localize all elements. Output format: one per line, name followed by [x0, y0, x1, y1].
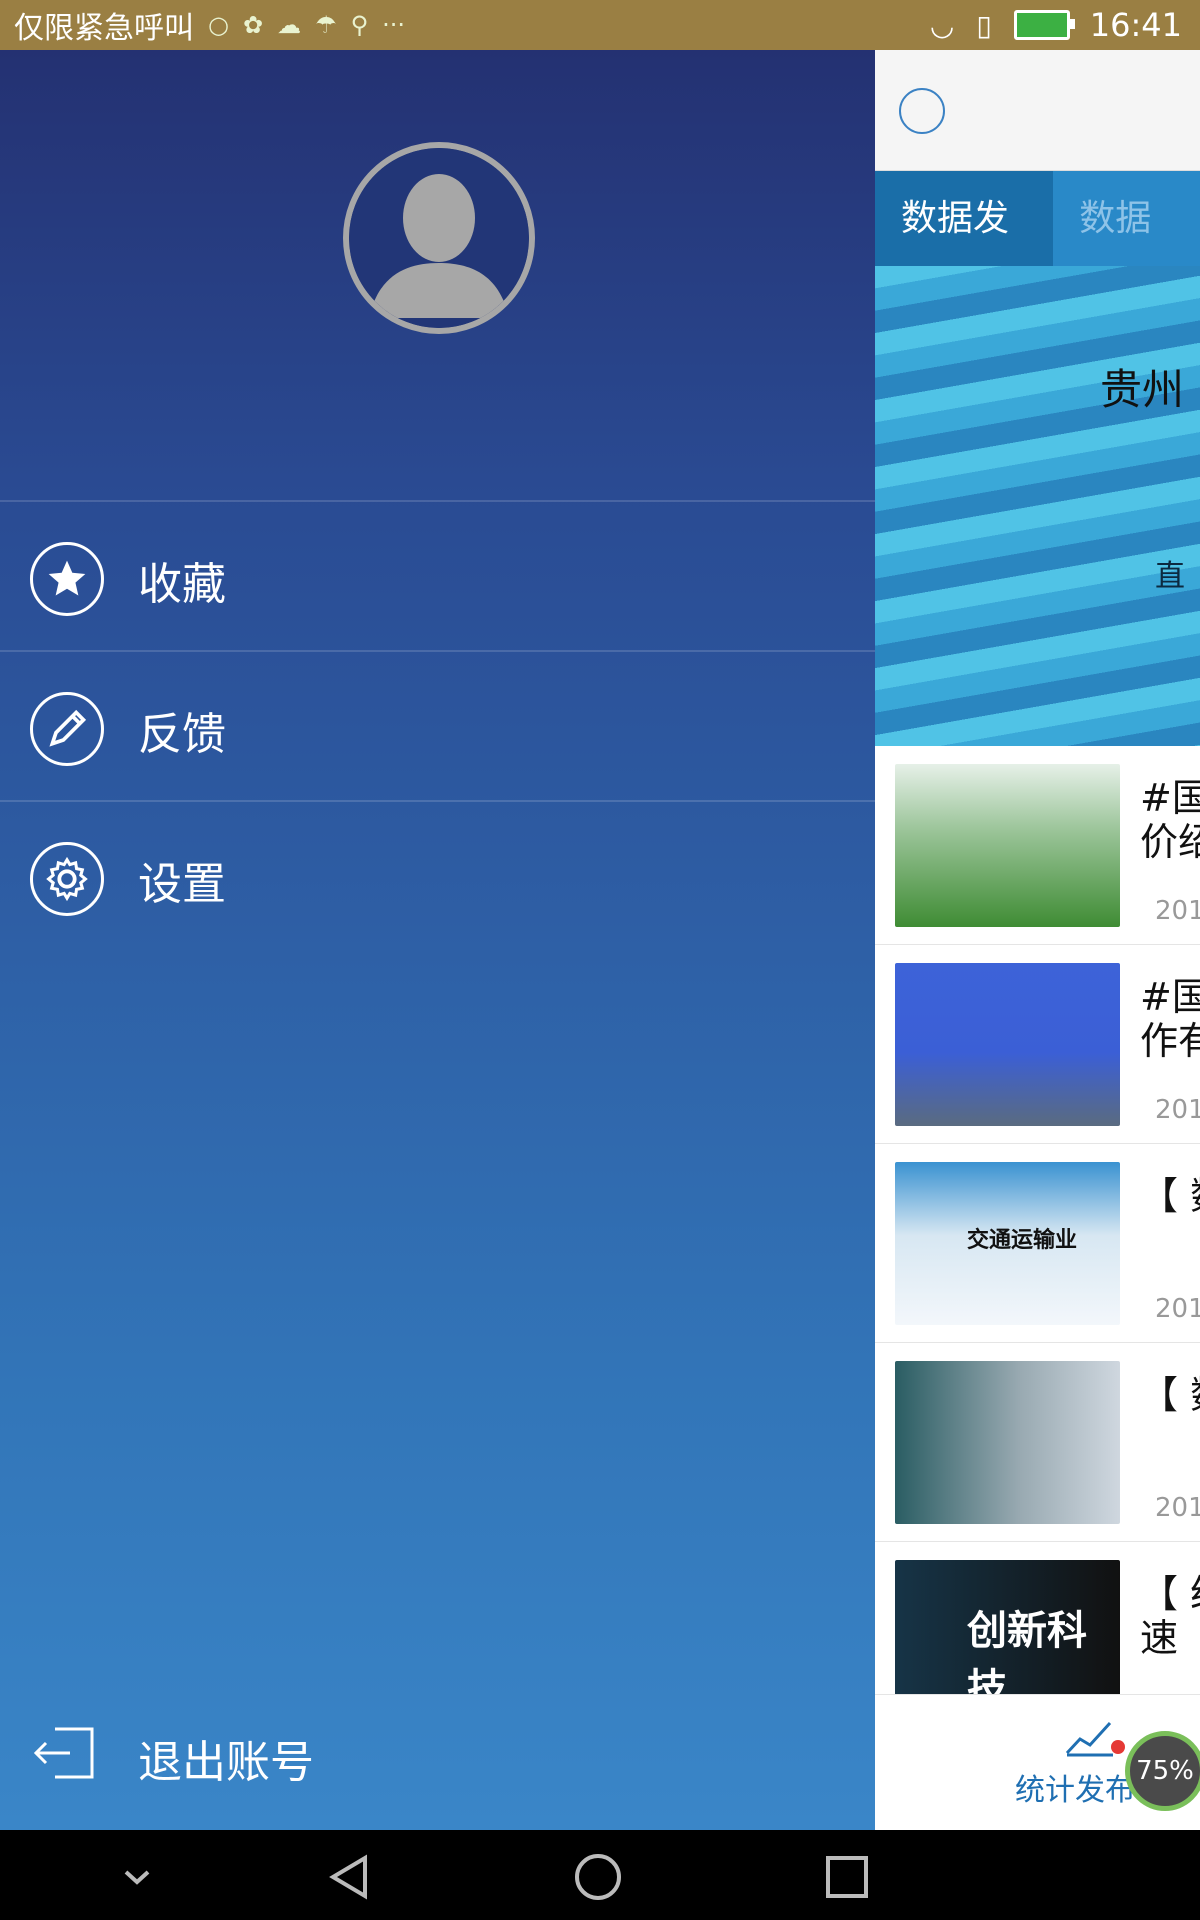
news-item[interactable]: 【 数 201	[875, 1343, 1200, 1542]
banner-title: 贵州	[1100, 365, 1185, 414]
recents-icon[interactable]	[822, 1852, 872, 1902]
menu-label: 反馈	[138, 709, 226, 760]
news-date: 201	[1155, 1095, 1200, 1125]
news-title-line1: #国	[1140, 975, 1200, 1019]
status-right: ◡ ▯ 16:41	[930, 0, 1182, 50]
news-thumbnail	[895, 1361, 1120, 1524]
news-thumbnail	[895, 963, 1120, 1126]
news-title: 【 统 速	[1140, 1572, 1200, 1660]
wifi-icon: ◡	[929, 8, 955, 42]
menu-label: 设置	[138, 859, 226, 910]
user-icon[interactable]	[899, 88, 945, 134]
news-item[interactable]: #国 价绍 201	[875, 746, 1200, 945]
weather-icon: ☂	[315, 11, 337, 39]
sim-icon: ▯	[976, 8, 992, 42]
banner[interactable]: 贵州 直	[875, 266, 1200, 746]
news-title-line1: 【 数	[1140, 1174, 1200, 1218]
news-title: #国 价绍	[1140, 776, 1200, 864]
thumb-label: 交通运输业	[967, 1228, 1078, 1253]
menu-label: 收藏	[138, 559, 226, 610]
status-time: 16:41	[1089, 6, 1182, 44]
news-item[interactable]: #国 作有 201	[875, 945, 1200, 1144]
app-icon: ✿	[242, 11, 264, 39]
back-icon[interactable]	[325, 1852, 375, 1902]
star-icon	[30, 542, 104, 616]
circle-icon: ○	[208, 11, 229, 39]
main-content: 数据发布 数据解 贵州 直 #国 价绍 201 #国 作有 201 交通运输业 …	[875, 50, 1200, 1830]
cloud-icon: ☁	[277, 11, 302, 39]
tab-bar: 数据发布 数据解	[875, 171, 1200, 334]
main-header	[875, 50, 1200, 171]
news-title-line1: #国	[1140, 776, 1200, 820]
tab-data-analysis[interactable]: 数据解	[1053, 171, 1200, 334]
menu-item-settings[interactable]: 设置	[0, 800, 875, 950]
menu-item-feedback[interactable]: 反馈	[0, 650, 875, 800]
user-avatar-icon	[349, 148, 529, 328]
nav-statistics-release[interactable]: 统计发布	[1015, 1765, 1135, 1809]
banner-sub: 直	[1155, 559, 1185, 594]
hide-keyboard-icon[interactable]	[112, 1852, 162, 1902]
news-item[interactable]: 交通运输业 【 数 201	[875, 1144, 1200, 1343]
news-title-line2: 价绍	[1140, 820, 1200, 864]
chart-icon	[1065, 1721, 1113, 1757]
progress-bubble[interactable]: 75%	[1125, 1731, 1200, 1811]
gear-icon	[30, 842, 104, 916]
news-title: 【 数	[1140, 1174, 1200, 1218]
edit-icon	[30, 692, 104, 766]
status-bar: 仅限紧急呼叫 ○ ✿ ☁ ☂ ⚲ ··· ◡ ▯ 16:41	[0, 0, 1200, 50]
news-title-line1: 【 数	[1140, 1373, 1200, 1417]
drawer-menu: 收藏 反馈 设置	[0, 500, 875, 950]
avatar[interactable]	[343, 142, 535, 334]
news-title: 【 数	[1140, 1373, 1200, 1417]
more-icon: ···	[382, 11, 406, 39]
navigation-drawer: 收藏 反馈 设置 退出账号	[0, 50, 875, 1830]
news-thumbnail	[895, 764, 1120, 927]
news-title-line2: 作有	[1140, 1019, 1200, 1063]
news-date: 201	[1155, 1294, 1200, 1324]
news-date: 201	[1155, 1493, 1200, 1523]
usb-icon: ⚲	[350, 11, 369, 39]
logout-button[interactable]: 退出账号	[30, 1718, 630, 1798]
logout-icon	[33, 1727, 94, 1779]
news-title-line2: 速	[1140, 1616, 1179, 1660]
news-thumbnail: 交通运输业	[895, 1162, 1120, 1325]
tab-data-release[interactable]: 数据发布	[875, 171, 1054, 334]
system-nav-bar	[0, 1830, 1200, 1920]
news-date: 201	[1155, 896, 1200, 926]
status-left: 仅限紧急呼叫 ○ ✿ ☁ ☂ ⚲ ···	[0, 3, 405, 47]
bottom-nav: 统计发布 75%	[875, 1694, 1200, 1830]
home-icon[interactable]	[573, 1852, 623, 1902]
carrier-text: 仅限紧急呼叫	[14, 11, 194, 46]
logout-label: 退出账号	[138, 1737, 314, 1788]
news-title-line1: 【 统	[1140, 1572, 1200, 1616]
battery-icon	[1013, 10, 1075, 40]
notification-dot	[1111, 1740, 1125, 1754]
menu-item-favorites[interactable]: 收藏	[0, 500, 875, 650]
news-title: #国 作有	[1140, 975, 1200, 1063]
